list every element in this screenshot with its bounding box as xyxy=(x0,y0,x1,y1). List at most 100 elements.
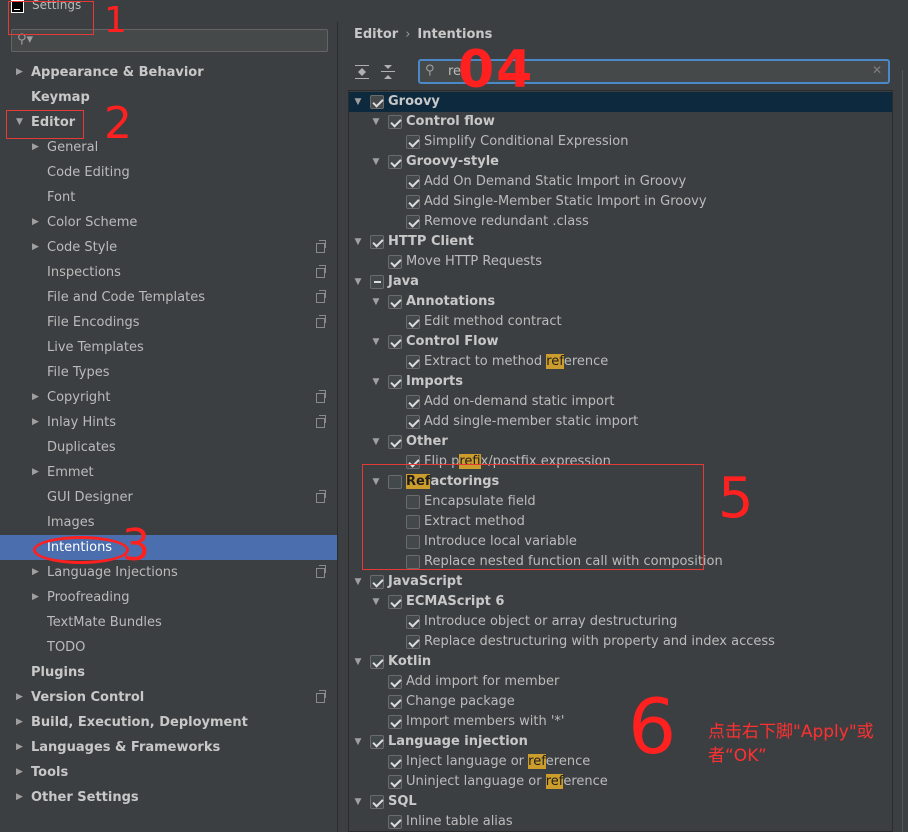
intention-checkbox[interactable] xyxy=(388,115,402,129)
intention-item-change-package[interactable]: Change package xyxy=(349,692,892,712)
sidebar-item-proofreading[interactable]: ▶ Proofreading xyxy=(0,585,337,610)
intention-checkbox[interactable] xyxy=(388,435,402,449)
sidebar-item-textmate-bundles[interactable]: TextMate Bundles xyxy=(0,610,337,635)
intention-checkbox[interactable] xyxy=(370,575,384,589)
intention-group-control-flow[interactable]: ▼ Control flow xyxy=(349,112,892,132)
intention-checkbox[interactable] xyxy=(370,735,384,749)
intention-checkbox[interactable] xyxy=(406,415,420,429)
intention-checkbox[interactable] xyxy=(388,715,402,729)
collapsed-arrow-icon[interactable]: ▶ xyxy=(32,410,42,435)
intention-checkbox[interactable] xyxy=(406,315,420,329)
collapsed-arrow-icon[interactable]: ▶ xyxy=(32,585,42,610)
collapse-all-icon[interactable] xyxy=(381,65,395,79)
intention-item-edit-method-contract[interactable]: Edit method contract xyxy=(349,312,892,332)
sidebar-item-build-execution-deployment[interactable]: ▶ Build, Execution, Deployment xyxy=(0,710,337,735)
sidebar-item-color-scheme[interactable]: ▶ Color Scheme xyxy=(0,210,337,235)
intention-checkbox[interactable] xyxy=(388,155,402,169)
intention-group-sql[interactable]: ▼ SQL xyxy=(349,792,892,812)
sidebar-item-inspections[interactable]: Inspections xyxy=(0,260,337,285)
intention-item-replace-destructuring-with-property-and-index-access[interactable]: Replace destructuring with property and … xyxy=(349,632,892,652)
sidebar-item-other-settings[interactable]: ▶ Other Settings xyxy=(0,785,337,810)
intention-item-uninject-language-or-reference[interactable]: Uninject language or reference xyxy=(349,772,892,792)
collapsed-arrow-icon[interactable]: ▶ xyxy=(32,210,42,235)
intention-item-extract-to-method-reference[interactable]: Extract to method reference xyxy=(349,352,892,372)
intention-item-add-on-demand-static-import[interactable]: Add on-demand static import xyxy=(349,392,892,412)
sidebar-item-copyright[interactable]: ▶ Copyright xyxy=(0,385,337,410)
intention-item-move-http-requests[interactable]: Move HTTP Requests xyxy=(349,252,892,272)
expanded-arrow-icon[interactable]: ▼ xyxy=(371,292,381,312)
intention-checkbox[interactable] xyxy=(388,775,402,789)
sidebar-item-tools[interactable]: ▶ Tools xyxy=(0,760,337,785)
intention-item-introduce-object-or-array-destructuring[interactable]: Introduce object or array destructuring xyxy=(349,612,892,632)
intention-item-inline-table-alias[interactable]: Inline table alias xyxy=(349,812,892,831)
intention-group-java[interactable]: ▼ Java xyxy=(349,272,892,292)
sidebar-item-version-control[interactable]: ▶ Version Control xyxy=(0,685,337,710)
expanded-arrow-icon[interactable]: ▼ xyxy=(353,92,363,112)
intention-checkbox[interactable] xyxy=(388,295,402,309)
intention-group-groovy-style[interactable]: ▼ Groovy-style xyxy=(349,152,892,172)
expanded-arrow-icon[interactable]: ▼ xyxy=(371,592,381,612)
collapsed-arrow-icon[interactable]: ▶ xyxy=(16,785,26,810)
intention-checkbox[interactable] xyxy=(406,395,420,409)
collapsed-arrow-icon[interactable]: ▶ xyxy=(16,685,26,710)
intention-checkbox[interactable] xyxy=(406,215,420,229)
sidebar-item-file-encodings[interactable]: File Encodings xyxy=(0,310,337,335)
collapsed-arrow-icon[interactable]: ▶ xyxy=(32,385,42,410)
expanded-arrow-icon[interactable]: ▼ xyxy=(353,272,363,292)
sidebar-item-keymap[interactable]: Keymap xyxy=(0,85,337,110)
expanded-arrow-icon[interactable]: ▼ xyxy=(371,332,381,352)
expanded-arrow-icon[interactable]: ▼ xyxy=(371,432,381,452)
sidebar-item-file-types[interactable]: File Types xyxy=(0,360,337,385)
expanded-arrow-icon[interactable]: ▼ xyxy=(353,572,363,592)
intention-checkbox[interactable] xyxy=(406,195,420,209)
intention-group-http-client[interactable]: ▼ HTTP Client xyxy=(349,232,892,252)
collapsed-arrow-icon[interactable]: ▶ xyxy=(16,710,26,735)
intention-item-remove-redundant-class[interactable]: Remove redundant .class xyxy=(349,212,892,232)
sidebar-item-plugins[interactable]: Plugins xyxy=(0,660,337,685)
intention-item-add-import-for-member[interactable]: Add import for member xyxy=(349,672,892,692)
expand-all-icon[interactable] xyxy=(355,65,369,79)
sidebar-item-todo[interactable]: TODO xyxy=(0,635,337,660)
intention-item-add-single-member-static-import[interactable]: Add single-member static import xyxy=(349,412,892,432)
expanded-arrow-icon[interactable]: ▼ xyxy=(371,152,381,172)
sidebar-item-inlay-hints[interactable]: ▶ Inlay Hints xyxy=(0,410,337,435)
intention-checkbox[interactable] xyxy=(388,255,402,269)
collapsed-arrow-icon[interactable]: ▶ xyxy=(32,460,42,485)
sidebar-item-language-injections[interactable]: ▶ Language Injections xyxy=(0,560,337,585)
intention-checkbox[interactable] xyxy=(388,335,402,349)
clear-filter-icon[interactable]: ✕ xyxy=(872,63,882,77)
intention-checkbox[interactable] xyxy=(406,635,420,649)
expanded-arrow-icon[interactable]: ▼ xyxy=(353,732,363,752)
intention-checkbox[interactable] xyxy=(370,95,384,109)
expanded-arrow-icon[interactable]: ▼ xyxy=(353,652,363,672)
intention-checkbox[interactable] xyxy=(388,755,402,769)
sidebar-item-appearance-behavior[interactable]: ▶ Appearance & Behavior xyxy=(0,60,337,85)
intention-checkbox[interactable] xyxy=(388,675,402,689)
intention-checkbox[interactable] xyxy=(388,595,402,609)
expanded-arrow-icon[interactable]: ▼ xyxy=(371,112,381,132)
intention-checkbox[interactable] xyxy=(406,355,420,369)
collapsed-arrow-icon[interactable]: ▶ xyxy=(32,235,42,260)
intention-checkbox[interactable] xyxy=(406,615,420,629)
intention-group-javascript[interactable]: ▼ JavaScript xyxy=(349,572,892,592)
collapsed-arrow-icon[interactable]: ▶ xyxy=(16,735,26,760)
sidebar-item-gui-designer[interactable]: GUI Designer xyxy=(0,485,337,510)
sidebar-item-code-style[interactable]: ▶ Code Style xyxy=(0,235,337,260)
sidebar-item-live-templates[interactable]: Live Templates xyxy=(0,335,337,360)
intention-checkbox[interactable] xyxy=(370,795,384,809)
intention-checkbox[interactable] xyxy=(406,135,420,149)
intention-checkbox[interactable] xyxy=(388,695,402,709)
sidebar-item-font[interactable]: Font xyxy=(0,185,337,210)
sidebar-item-languages-frameworks[interactable]: ▶ Languages & Frameworks xyxy=(0,735,337,760)
intention-group-other[interactable]: ▼ Other xyxy=(349,432,892,452)
intention-group-groovy[interactable]: ▼ Groovy xyxy=(349,92,892,112)
breadcrumb-editor[interactable]: Editor xyxy=(354,27,398,42)
sidebar-item-file-and-code-templates[interactable]: File and Code Templates xyxy=(0,285,337,310)
sidebar-item-code-editing[interactable]: Code Editing xyxy=(0,160,337,185)
intention-item-add-on-demand-static-import-in-groovy[interactable]: Add On Demand Static Import in Groovy xyxy=(349,172,892,192)
intention-checkbox[interactable] xyxy=(370,655,384,669)
intention-group-kotlin[interactable]: ▼ Kotlin xyxy=(349,652,892,672)
collapsed-arrow-icon[interactable]: ▶ xyxy=(16,760,26,785)
intention-group-ecmascript-6[interactable]: ▼ ECMAScript 6 xyxy=(349,592,892,612)
collapsed-arrow-icon[interactable]: ▶ xyxy=(16,60,26,85)
